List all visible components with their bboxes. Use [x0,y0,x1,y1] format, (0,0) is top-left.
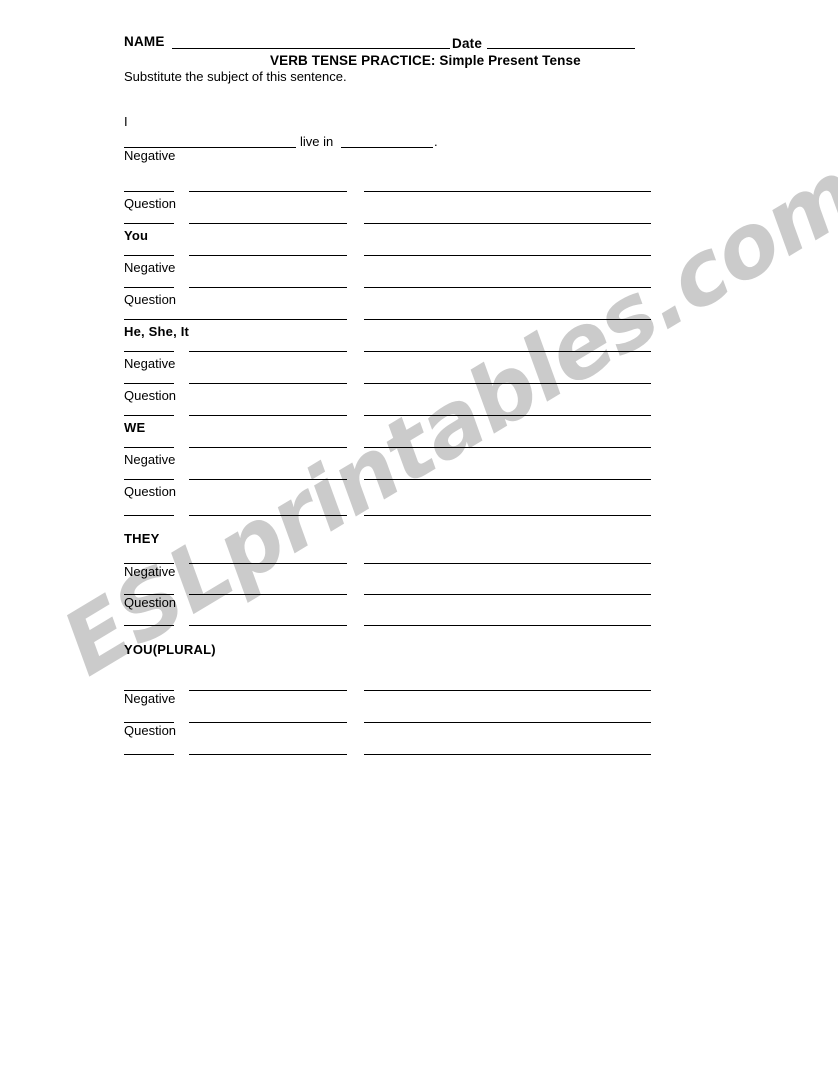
answer-rule-left[interactable] [189,223,347,224]
answer-rule-right[interactable] [364,223,651,224]
row-label-question: Question [124,388,177,403]
answer-rule-right[interactable] [364,287,651,288]
row-label-question: Question [124,484,177,499]
answer-rule-left[interactable] [189,563,347,564]
label-rule-above-question [124,479,174,480]
answer-rule-left[interactable] [189,191,347,192]
answer-rule-left[interactable] [189,754,347,755]
name-label: NAME [124,34,165,49]
pronoun-label-you: You [124,228,149,243]
answer-rule-left[interactable] [189,479,347,480]
answer-rule-left[interactable] [189,415,347,416]
row-label-question: Question [124,196,177,211]
answer-rule-right[interactable] [364,722,651,723]
example-pronoun: I [124,114,128,129]
label-rule-above-pronoun [124,223,174,224]
row-label-negative: Negative [124,148,176,163]
answer-rule-left[interactable] [189,594,347,595]
answer-rule-right[interactable] [364,383,651,384]
answer-rule-left[interactable] [189,515,347,516]
answer-rule-left[interactable] [189,255,347,256]
answer-rule-right[interactable] [364,191,651,192]
answer-rule-right[interactable] [364,563,651,564]
row-label-question: Question [124,292,177,307]
example-period: . [434,134,438,149]
answer-rule-right[interactable] [364,415,651,416]
pronoun-label-you-plural: YOU(PLURAL) [124,642,216,657]
closing-rule-left-label [124,754,174,755]
answer-rule-right[interactable] [364,594,651,595]
label-rule-above-pronoun [124,415,174,416]
instruction-text: Substitute the subject of this sentence. [124,69,347,84]
answer-rule-left[interactable] [189,319,347,320]
label-rule-above-pronoun [124,625,174,626]
row-label-negative: Negative [124,564,176,579]
answer-rule-left[interactable] [189,625,347,626]
row-label-question: Question [124,595,177,610]
pronoun-label-they: THEY [124,531,160,546]
label-rule-above-negative [124,351,174,352]
label-rule-above-question [124,287,174,288]
answer-rule-right[interactable] [364,479,651,480]
row-label-negative: Negative [124,691,176,706]
date-label: Date [452,36,483,51]
answer-rule-right[interactable] [364,515,651,516]
label-rule-above-negative [124,447,174,448]
answer-rule-left[interactable] [189,351,347,352]
answer-rule-right[interactable] [364,255,651,256]
row-label-question: Question [124,723,177,738]
example-verb-phrase: live in [300,134,334,149]
example-place-blank-rule[interactable] [341,147,433,148]
answer-rule-right[interactable] [364,447,651,448]
row-label-negative: Negative [124,260,176,275]
answer-rule-left[interactable] [189,722,347,723]
label-rule-above-pronoun [124,515,174,516]
answer-rule-right[interactable] [364,319,651,320]
label-rule-above-question [124,383,174,384]
date-blank-rule[interactable] [487,48,635,49]
answer-rule-left[interactable] [189,690,347,691]
pronoun-label-we: WE [124,420,146,435]
label-rule-above-negative [124,255,174,256]
label-rule-above-question [124,191,174,192]
answer-rule-right[interactable] [364,690,651,691]
worksheet-page: ESLprintables.com NAME Date VERB TENSE P… [0,0,838,1086]
pronoun-label-he-she-it: He, She, It [124,324,190,339]
row-label-negative: Negative [124,356,176,371]
answer-rule-right[interactable] [364,625,651,626]
name-blank-rule[interactable] [172,48,450,49]
answer-rule-right[interactable] [364,351,651,352]
page-title: VERB TENSE PRACTICE: Simple Present Tens… [270,53,581,68]
answer-rule-right[interactable] [364,754,651,755]
answer-rule-left[interactable] [189,447,347,448]
worksheet-content: NAME Date VERB TENSE PRACTICE: Simple Pr… [0,0,838,1086]
answer-rule-left[interactable] [189,383,347,384]
answer-rule-left[interactable] [189,287,347,288]
row-label-negative: Negative [124,452,176,467]
label-rule-above-pronoun [124,319,195,320]
